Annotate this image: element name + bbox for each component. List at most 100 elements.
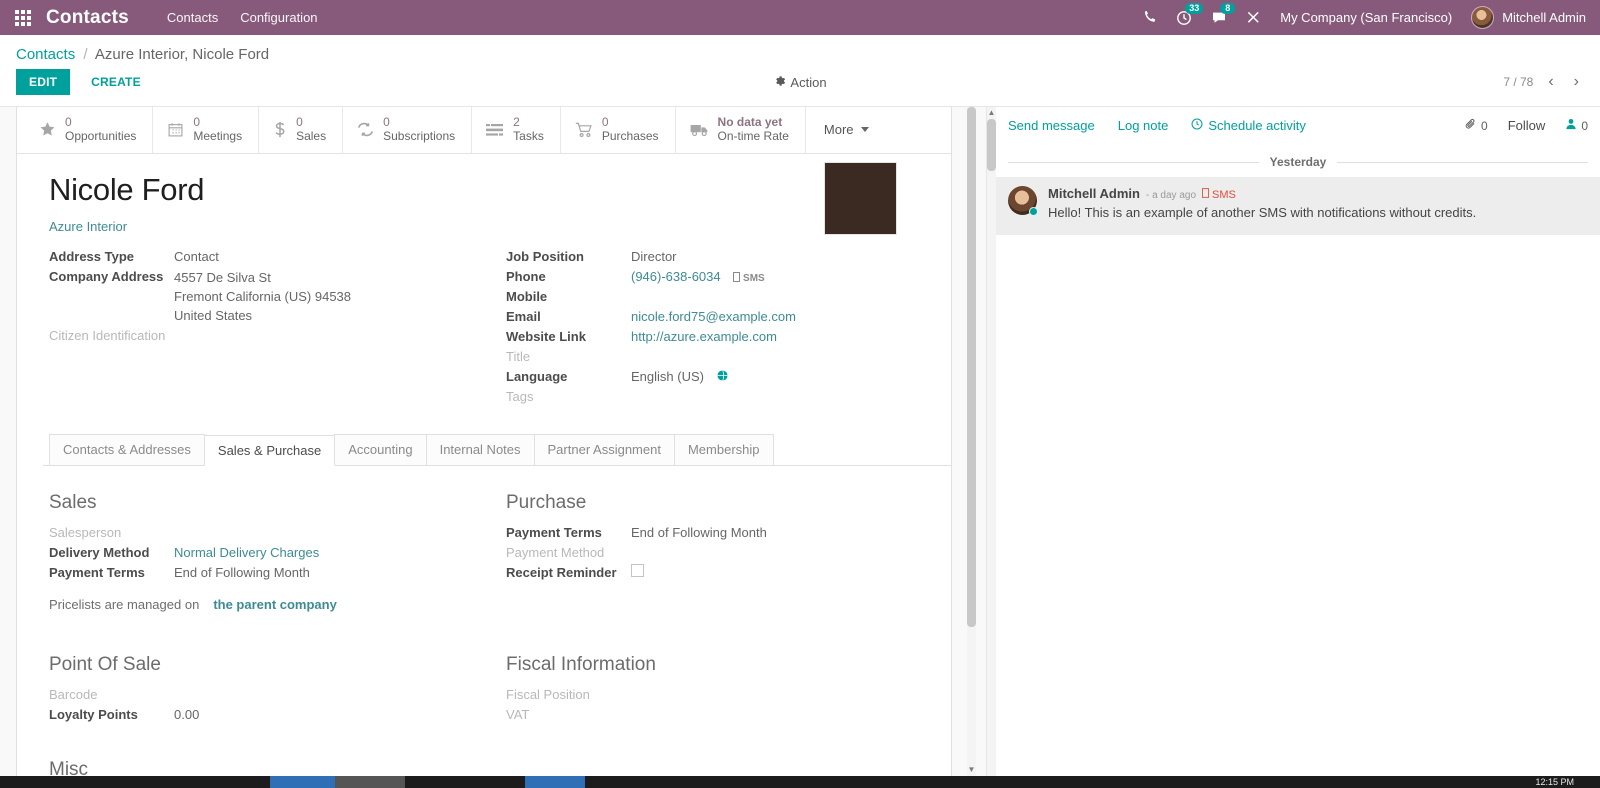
user-menu[interactable]: Mitchell Admin [1471,6,1586,29]
record-sheet: 0 Opportunities 0 Meetings 0 Sales 0 Sub… [16,107,952,776]
tab-accounting[interactable]: Accounting [334,434,427,466]
stat-button-purchases[interactable]: 0 Purchases [561,107,676,153]
stat-button-tasks[interactable]: 2 Tasks [472,107,561,153]
receipt-reminder-checkbox[interactable] [631,564,644,578]
schedule-activity-button[interactable]: Schedule activity [1191,118,1306,133]
activity-clock-icon[interactable]: 33 [1176,2,1204,26]
field-value: Contact [174,249,219,265]
follow-button[interactable]: Follow [1508,118,1546,133]
create-button[interactable]: CREATE [78,69,154,95]
website-link[interactable]: http://azure.example.com [631,328,777,344]
delivery-method-link[interactable]: Normal Delivery Charges [174,544,319,560]
group-title: Purchase [506,492,587,514]
field-label: Tags [506,389,534,405]
stat-label: Purchases [601,128,659,143]
field-mobile: Mobile [506,288,923,307]
tab-internal-notes[interactable]: Internal Notes [425,434,535,466]
stat-button-meetings[interactable]: 0 Meetings [153,107,260,153]
globe-icon[interactable] [717,370,728,384]
field-label: Website Link [506,329,586,345]
send-message-button[interactable]: Send message [1008,118,1095,133]
group-title: Misc [49,759,89,776]
phone-icon[interactable] [1142,10,1157,25]
pager-next-button[interactable]: › [1569,74,1584,90]
tab-panel-sales-purchase: Sales Salesperson Delivery Method Normal… [17,466,951,776]
log-note-button[interactable]: Log note [1118,118,1169,133]
refresh-icon [357,122,374,137]
field-tags: Tags [506,388,923,407]
field-label: Address Type [49,249,135,265]
message-header: Mitchell Admin - a day ago SMS [1048,186,1588,201]
stat-button-on-time-rate[interactable]: No data yet On-time Rate [676,107,806,153]
stat-more-dropdown[interactable]: More [806,107,887,153]
field-language: Language English (US) [506,368,923,387]
edit-button[interactable]: EDIT [16,69,71,95]
stat-label: On-time Rate [717,128,789,143]
follower-count-value: 0 [1581,118,1588,133]
field-value: End of Following Month [174,565,310,581]
action-dropdown[interactable]: Action [773,75,827,90]
top-navbar: Contacts Contacts Configuration 33 8 My … [0,0,1600,35]
cart-icon [575,122,593,138]
company-switcher[interactable]: My Company (San Francisco) [1280,10,1452,25]
pager-previous-button[interactable]: ‹ [1543,74,1558,90]
chevron-down-icon [860,127,869,133]
field-payment-method: Payment Method [506,544,923,563]
user-icon [1565,118,1577,133]
attachment-count[interactable]: 0 [1465,118,1488,133]
group-point-of-sale: Point Of Sale Barcode Loyalty Points 0.0… [49,654,486,759]
follower-count[interactable]: 0 [1565,118,1588,133]
menu-item-configuration[interactable]: Configuration [240,10,317,25]
message-item: Mitchell Admin - a day ago SMS Hello! Th… [996,177,1600,235]
menu-item-contacts[interactable]: Contacts [167,10,218,25]
pricelist-note-text: Pricelists are managed on [49,597,200,613]
tab-sales-purchase[interactable]: Sales & Purchase [203,435,336,467]
chatter-scrollbar[interactable]: ▲ [987,107,996,776]
breadcrumb-separator: / [83,46,88,63]
scroll-down-icon[interactable]: ▼ [967,765,976,774]
messages-icon[interactable]: 8 [1211,2,1236,26]
stat-button-opportunities[interactable]: 0 Opportunities [17,107,154,153]
taskbar-app-1[interactable] [270,776,335,788]
contact-photo[interactable] [824,161,897,235]
chatter-scrollbar-thumb[interactable] [987,119,996,171]
pricelist-note: Pricelists are managed on the parent com… [49,597,472,612]
send-sms-button[interactable]: SMS [733,272,765,284]
tab-contacts-addresses[interactable]: Contacts & Addresses [49,434,205,466]
stat-label: Meetings [193,128,243,143]
address-block: 4557 De Silva St Fremont California (US)… [174,268,351,325]
taskbar-app-3[interactable] [525,776,585,788]
stat-button-subscriptions[interactable]: 0 Subscriptions [343,107,473,153]
os-taskbar: 12:15 PM [0,776,1600,788]
taskbar-clock: 12:15 PM [1535,776,1574,787]
truck-icon [690,123,709,137]
field-company-address: Company Address 4557 De Silva St Fremont… [49,268,486,325]
field-label: Payment Terms [49,565,145,581]
star-icon [39,121,56,138]
form-scrollbar-thumb[interactable] [967,107,976,627]
field-barcode: Barcode [49,686,472,705]
parent-company-pricelist-link[interactable]: the parent company [213,597,337,612]
field-title: Title [506,348,923,367]
message-author[interactable]: Mitchell Admin [1048,186,1140,201]
clock-icon [1191,118,1203,133]
debug-tools-icon[interactable] [1246,10,1261,25]
taskbar-app-2[interactable] [335,776,405,788]
field-citizen-identification: Citizen Identification [49,327,486,346]
app-brand[interactable]: Contacts [46,8,129,27]
field-label: Phone [506,269,546,285]
form-scrollbar[interactable]: ▼ [967,107,976,776]
apps-grid-icon[interactable] [0,0,46,35]
field-label: Salesperson [49,525,122,541]
attachment-count-value: 0 [1481,118,1488,133]
stat-value: 0 [601,115,609,129]
tab-membership[interactable]: Membership [673,434,774,466]
breadcrumb-root[interactable]: Contacts [16,46,75,63]
email-link[interactable]: nicole.ford75@example.com [631,308,796,324]
scroll-up-icon[interactable]: ▲ [987,108,996,117]
phone-link[interactable]: (946)-638-6034 [631,268,721,284]
tab-partner-assignment[interactable]: Partner Assignment [533,434,675,466]
stat-button-sales[interactable]: 0 Sales [259,107,344,153]
field-label: Title [506,349,531,365]
parent-company-link[interactable]: Azure Interior [49,219,127,234]
